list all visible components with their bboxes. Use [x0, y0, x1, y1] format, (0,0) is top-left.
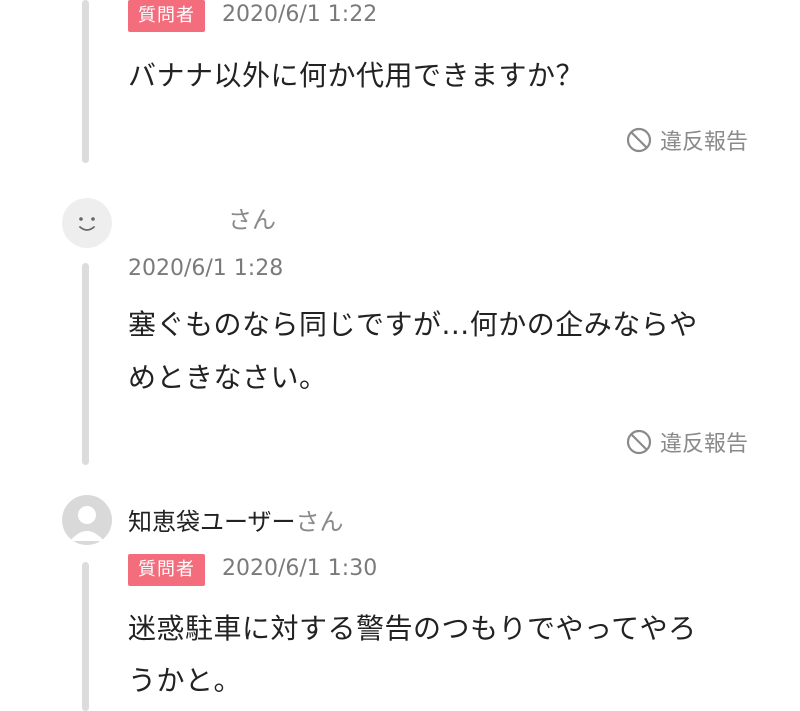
- questioner-badge: 質問者: [128, 554, 205, 586]
- comment-date: 2020/6/1 1:22: [222, 2, 378, 27]
- prohibited-icon: [626, 429, 652, 455]
- comment-date: 2020/6/1 1:28: [128, 256, 284, 281]
- smiley-face-icon: [79, 217, 95, 231]
- comment-text-line-1: 塞ぐものなら同じですが...何かの企みならや: [128, 308, 698, 341]
- report-link[interactable]: 違反報告: [626, 124, 748, 156]
- comment-text-line-2: うかと。: [128, 664, 243, 697]
- comment-text: バナナ以外に何か代用できますか？: [128, 59, 585, 92]
- honorific: さん: [228, 206, 276, 234]
- honorific: さん: [295, 508, 344, 536]
- comment-text-line-2: めときなさい。: [128, 361, 328, 394]
- avatar[interactable]: [62, 495, 112, 545]
- prohibited-icon: [626, 127, 652, 153]
- comment-text-line-1: 迷惑駐車に対する警告のつもりでやってやろ: [128, 612, 697, 645]
- timeline-line: [82, 263, 89, 465]
- report-label: 違反報告: [660, 130, 749, 155]
- user-silhouette-icon: [70, 506, 104, 541]
- questioner-badge: 質問者: [128, 0, 205, 32]
- avatar[interactable]: [62, 198, 112, 248]
- report-label: 違反報告: [660, 432, 749, 457]
- comment-date: 2020/6/1 1:30: [222, 556, 378, 581]
- timeline-line: [82, 0, 89, 163]
- report-link[interactable]: 違反報告: [626, 426, 748, 458]
- username-text: 知恵袋ユーザー: [128, 508, 296, 536]
- timeline-line: [82, 562, 89, 711]
- username[interactable]: さん: [228, 200, 276, 235]
- username[interactable]: 知恵袋ユーザーさん: [128, 502, 344, 537]
